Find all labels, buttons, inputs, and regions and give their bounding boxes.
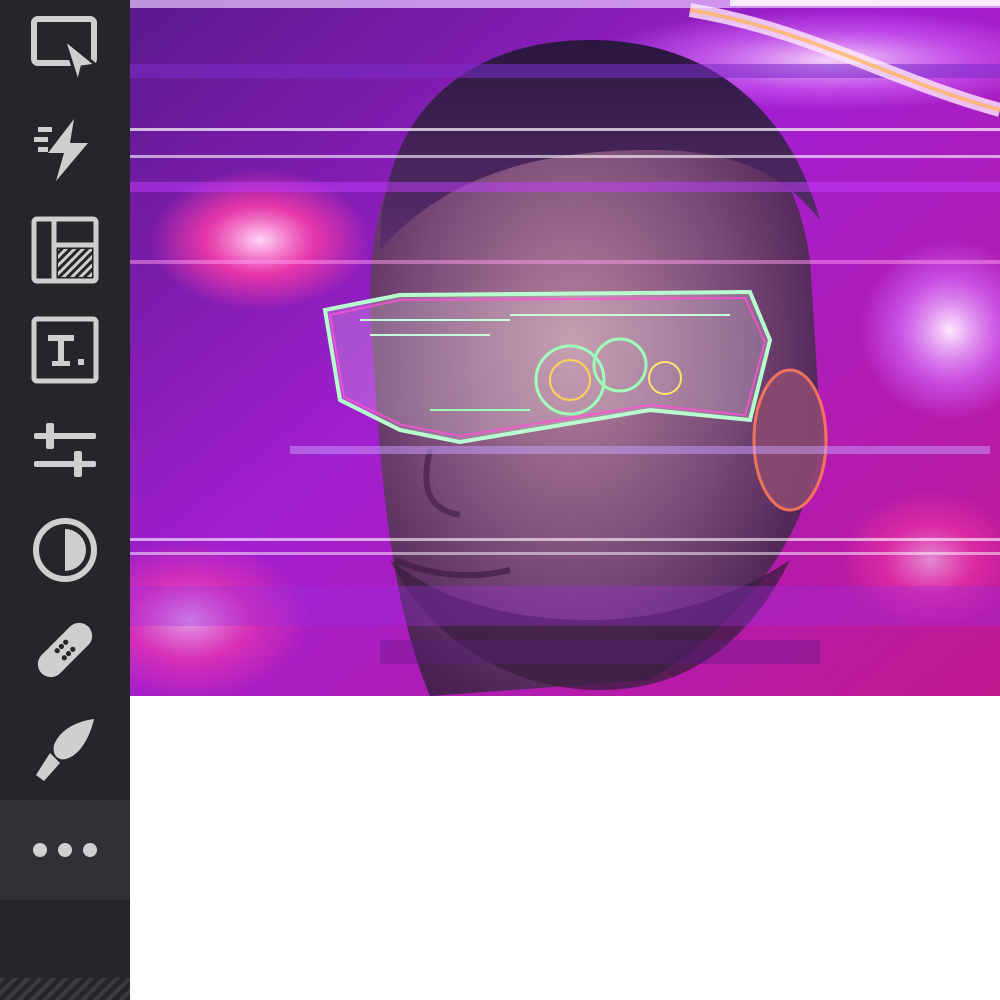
heal-tool-button[interactable] (0, 600, 130, 700)
brush-tool-button[interactable] (0, 700, 130, 800)
select-tool-button[interactable] (0, 0, 130, 100)
more-dots-icon (33, 843, 97, 857)
bandage-icon (37, 622, 93, 678)
more-tool-button[interactable] (0, 800, 130, 900)
layout-tool-button[interactable] (0, 200, 130, 300)
brush-icon (36, 719, 94, 781)
layout-icon (31, 216, 99, 284)
text-tool-button[interactable] (0, 300, 130, 400)
contrast-icon (33, 518, 97, 582)
contrast-tool-button[interactable] (0, 500, 130, 600)
image-canvas[interactable] (130, 0, 1000, 696)
sliders-icon (34, 423, 96, 477)
adjust-tool-button[interactable] (0, 400, 130, 500)
lightning-icon (34, 119, 88, 181)
cursor-select-icon (31, 16, 100, 85)
left-toolbar (0, 0, 130, 1000)
toolbar-footer-hatch (0, 978, 130, 1000)
quick-actions-tool-button[interactable] (0, 100, 130, 200)
text-box-icon (31, 316, 99, 384)
glitch-portrait-image (130, 0, 1000, 696)
